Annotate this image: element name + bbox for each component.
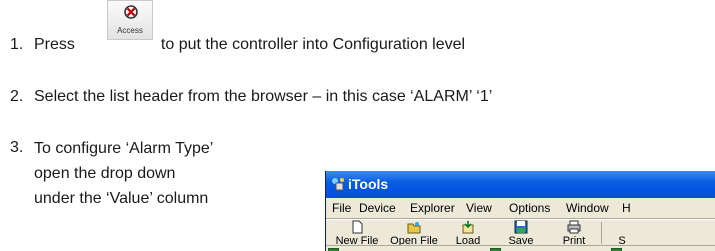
menu-window[interactable]: Window — [566, 201, 609, 215]
menu-help[interactable]: H — [622, 201, 631, 215]
menu-file[interactable]: File — [332, 201, 351, 215]
new-file-icon — [352, 220, 363, 234]
access-button[interactable]: Access — [107, 0, 153, 40]
menu-view[interactable]: View — [466, 201, 492, 215]
step-1-after: to put the controller into Configuration… — [160, 36, 466, 53]
step-number: 1. — [10, 36, 24, 53]
step-number: 3. — [10, 139, 24, 156]
load-button[interactable]: Load — [446, 220, 490, 247]
access-icon — [124, 5, 138, 19]
menu-device[interactable]: Device — [359, 201, 396, 215]
itools-logo-icon — [332, 178, 344, 191]
step-2-text: Select the list header from the browser … — [34, 88, 493, 105]
new-file-button[interactable]: New File — [332, 220, 382, 247]
step-number: 2. — [10, 88, 24, 105]
menu-bar: File Device Explorer View Options Window… — [326, 198, 715, 218]
save-icon — [514, 220, 528, 234]
open-file-icon — [407, 222, 421, 234]
menu-options[interactable]: Options — [509, 201, 550, 215]
window-title: iTools — [348, 176, 389, 192]
print-button[interactable]: Print — [554, 220, 594, 247]
load-icon — [462, 221, 474, 234]
step-1-before: Press — [34, 36, 75, 53]
print-icon — [567, 220, 581, 234]
panel-tabs-strip — [326, 245, 715, 251]
access-button-label: Access — [117, 26, 143, 35]
toolbar-separator — [601, 222, 602, 244]
step-1-text: Press to put the controller into Configur… — [34, 34, 465, 56]
menu-explorer[interactable]: Explorer — [410, 201, 455, 215]
itools-window: iTools File Device Explorer View Options… — [325, 171, 715, 251]
toolbar-button-cut[interactable]: S — [612, 220, 632, 247]
toolbar: New File Open File Load Save Print S — [326, 220, 715, 247]
open-file-button[interactable]: Open File — [386, 220, 442, 247]
title-bar: iTools — [326, 171, 715, 198]
step-3-text: To configure ‘Alarm Type’ open the drop … — [34, 140, 213, 207]
save-button[interactable]: Save — [499, 220, 543, 247]
